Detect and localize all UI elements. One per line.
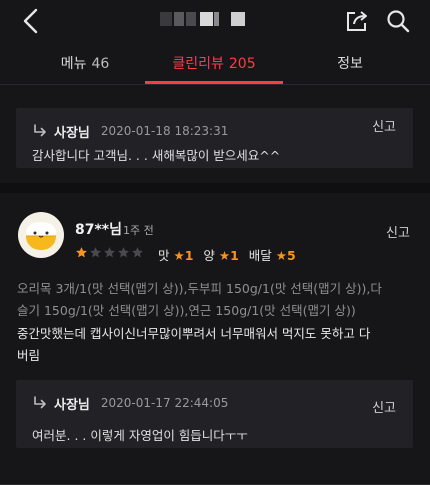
owner-label: 사장님 [54,397,90,413]
reply-timestamp: 2020-01-17 22:44:05 [100,396,229,410]
rice-bowl-avatar-icon [18,212,64,258]
top-bar [0,0,430,42]
tab-divider [0,84,430,85]
order-items-line: 슬기 150g/1(맛 선택(맵기 상)),연근 150g/1(맛 선택(맵기 … [17,303,356,318]
tab-clean-reviews-label: 클린리뷰 [172,56,224,72]
delivery-rating: ★5 [275,248,296,263]
owner-reply-text: 감사합니다 고객님. . . 새해복많이 받으세요^^ [32,148,281,163]
tab-info-label: 정보 [337,56,363,72]
owner-reply-text: 여러분. . . 이렇게 자영업이 힘듭니다ㅜㅜ [32,428,248,443]
title-blur-block [160,12,172,26]
tab-clean-reviews[interactable]: 클린리뷰 205 [150,44,278,86]
owner-reply-header: 사장님 2020-01-18 18:23:31 [32,122,229,141]
taste-rating: ★1 [173,248,194,263]
tab-bar: 메뉴 46 클린리뷰 205 정보 [0,44,430,86]
title-blur-block [214,12,219,26]
report-button[interactable]: 신고 [372,397,396,416]
delivery-label: 배달 [248,248,272,263]
title-blur-block [200,12,213,26]
reply-arrow-icon [34,396,46,409]
tab-menu[interactable]: 메뉴 46 [30,44,140,86]
owner-reply-card: 사장님 2020-01-18 18:23:31 신고 감사합니다 고객님. . … [16,108,413,168]
star-rating [75,246,145,260]
review-text-line: 중간맛했는데 캡사이신너무많이뿌려서 너무매워서 먹지도 못하고 다 [17,326,371,341]
search-icon[interactable] [385,8,411,34]
taste-label: 맛 [158,248,170,263]
owner-reply-card: 사장님 2020-01-17 22:44:05 신고 여러분. . . 이렇게 … [16,380,413,448]
tab-menu-label: 메뉴 [60,56,87,72]
owner-reply-header: 사장님 2020-01-17 22:44:05 [32,394,229,413]
order-items-line: 오리목 3개/1(맛 선택(맵기 상)),두부피 150g/1(맛 선택(맵기 … [17,281,382,296]
star-filled-icon [76,247,87,258]
reviewer-name: 87**님 [75,222,123,238]
star-empty-icon [104,247,115,258]
tab-clean-reviews-count: 205 [228,56,256,72]
title-blur-block [231,12,245,26]
reply-arrow-icon [34,124,46,137]
star-empty-icon [118,247,129,258]
share-icon[interactable] [344,8,370,34]
amount-rating: ★1 [218,248,239,263]
review-separator [0,183,430,193]
report-button[interactable]: 신고 [372,116,396,135]
reply-timestamp: 2020-01-18 18:23:31 [100,124,229,138]
star-empty-icon [90,247,101,258]
review-text-line: 버림 [17,348,41,363]
tab-menu-count: 46 [91,56,110,72]
title-blur-block [186,12,196,26]
title-blur-block [174,12,184,26]
tab-info[interactable]: 정보 [305,44,395,86]
detail-ratings: 맛 ★1 양 ★1 배달 ★5 [158,245,296,264]
report-button[interactable]: 신고 [386,222,410,241]
store-title-blurred [160,12,250,26]
chevron-left-icon[interactable] [20,8,44,34]
star-empty-icon [132,247,143,258]
review-age: 1주 전 [123,224,154,237]
amount-label: 양 [203,248,215,263]
owner-label: 사장님 [54,125,90,141]
